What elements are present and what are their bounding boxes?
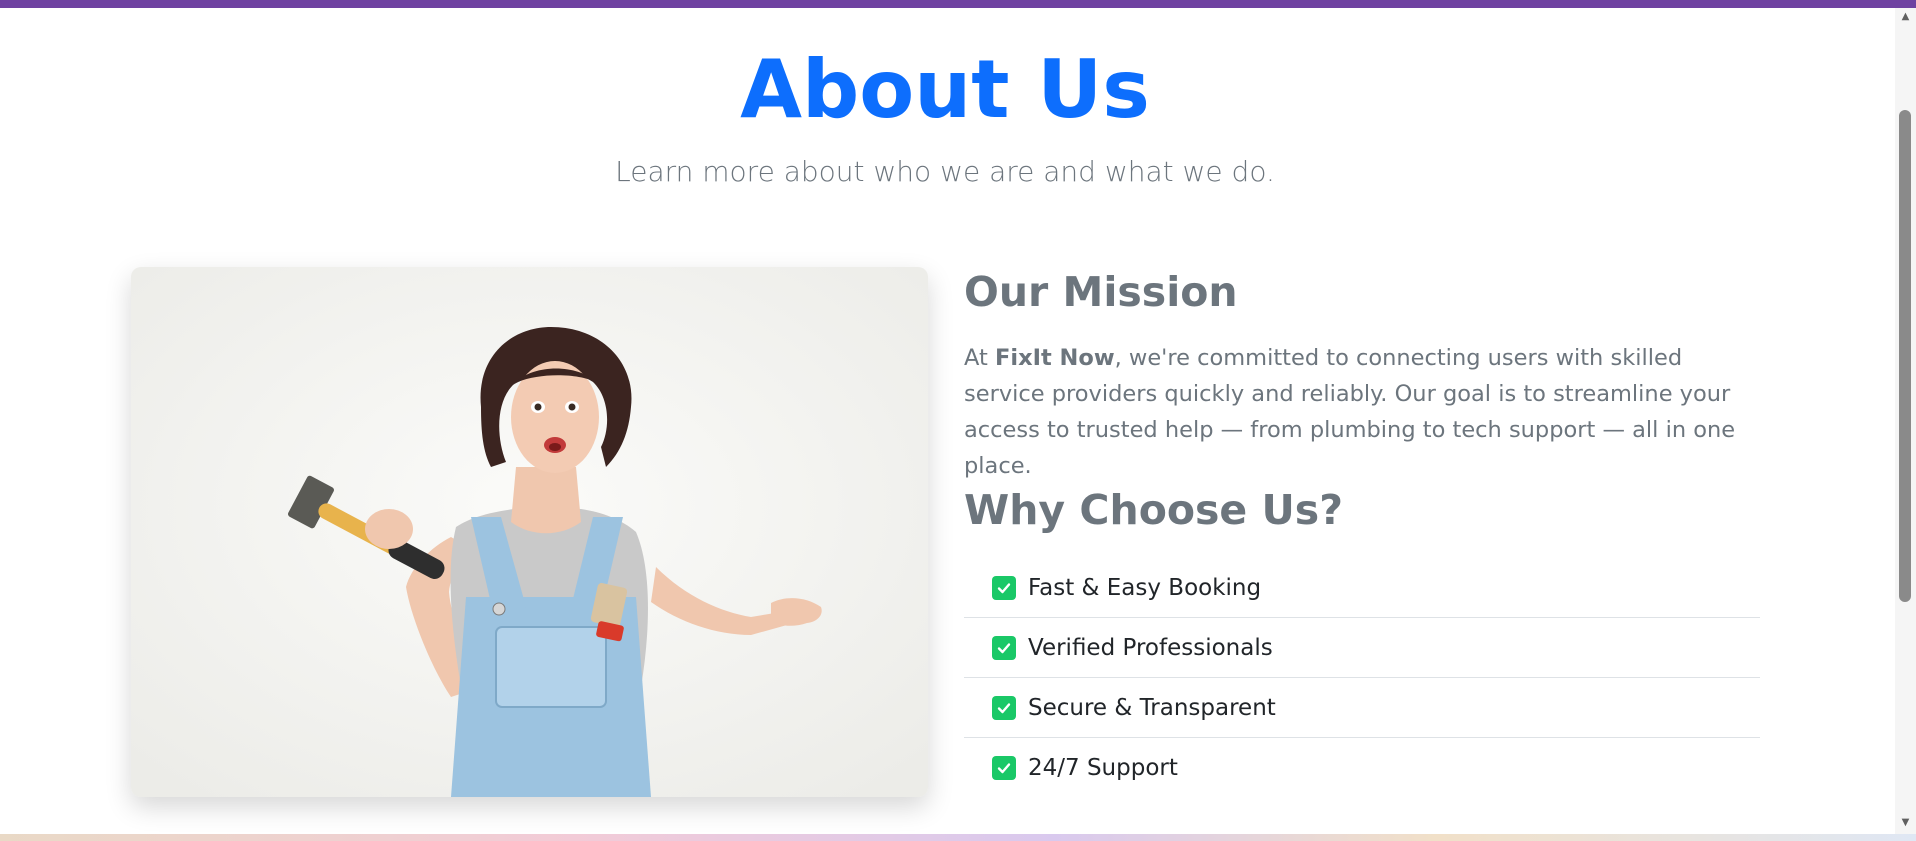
scroll-up-arrow-icon[interactable]: ▲ xyxy=(1895,10,1916,24)
feature-label: Secure & Transparent xyxy=(1028,694,1276,721)
feature-label: Fast & Easy Booking xyxy=(1028,574,1262,601)
feature-item: Fast & Easy Booking xyxy=(964,558,1760,618)
about-photo xyxy=(131,267,928,797)
check-square-icon xyxy=(992,695,1016,720)
feature-label: 24/7 Support xyxy=(1028,755,1178,781)
mission-heading: Our Mission xyxy=(964,268,1238,316)
check-square-icon xyxy=(992,635,1016,660)
page-subtitle: Learn more about who we are and what we … xyxy=(615,155,1275,188)
scroll-down-arrow-icon[interactable]: ▼ xyxy=(1895,816,1916,830)
top-accent-bar xyxy=(0,0,1916,8)
features-list: Fast & Easy Booking Verified Professiona… xyxy=(964,558,1760,798)
check-square-icon xyxy=(992,756,1016,780)
next-section-peek xyxy=(0,834,1916,841)
why-choose-heading: Why Choose Us? xyxy=(964,486,1343,534)
feature-item: Verified Professionals xyxy=(964,618,1760,678)
feature-item: Secure & Transparent xyxy=(964,678,1760,738)
scrollbar-thumb[interactable] xyxy=(1899,110,1911,602)
feature-label: Verified Professionals xyxy=(1028,634,1273,661)
feature-item: 24/7 Support xyxy=(964,738,1760,798)
mission-text-prefix: At xyxy=(964,345,995,371)
mission-paragraph: At FixIt Now, we're committed to connect… xyxy=(964,340,1764,484)
brand-name: FixIt Now xyxy=(994,345,1115,371)
check-square-icon xyxy=(992,575,1016,600)
page-title: About Us xyxy=(740,43,1150,136)
